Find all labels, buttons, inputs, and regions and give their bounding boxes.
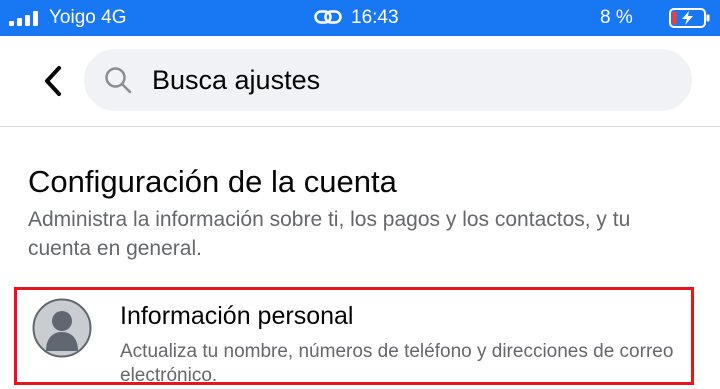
item-description: Actualiza tu nombre, números de teléfono…	[120, 341, 674, 386]
divider	[0, 126, 720, 127]
network-type: 4G	[101, 7, 127, 28]
signal-icon	[9, 11, 38, 26]
back-chevron-icon	[45, 66, 61, 96]
personal-info-avatar-icon	[32, 298, 92, 358]
search-field[interactable]	[84, 49, 692, 111]
search-input[interactable]	[152, 59, 672, 101]
battery-charging-icon	[669, 8, 710, 28]
search-icon	[105, 67, 132, 94]
section-description: Administra la información sobre ti, los …	[28, 208, 631, 260]
clock: 16:43	[351, 7, 399, 28]
personal-info-item[interactable]: Información personal Actualiza tu nombre…	[14, 287, 694, 386]
search-bar	[0, 36, 720, 126]
carrier-name: Yoigo	[49, 7, 96, 28]
status-bar: Yoigo 4G 16:43 8 %	[0, 0, 720, 36]
back-button[interactable]	[36, 64, 70, 98]
link-icon	[314, 10, 342, 24]
carrier-info: Yoigo 4G	[49, 7, 127, 29]
battery-percent: 8 %	[600, 7, 633, 28]
item-title: Información personal	[120, 302, 354, 330]
section-title: Configuración de la cuenta	[28, 164, 397, 199]
